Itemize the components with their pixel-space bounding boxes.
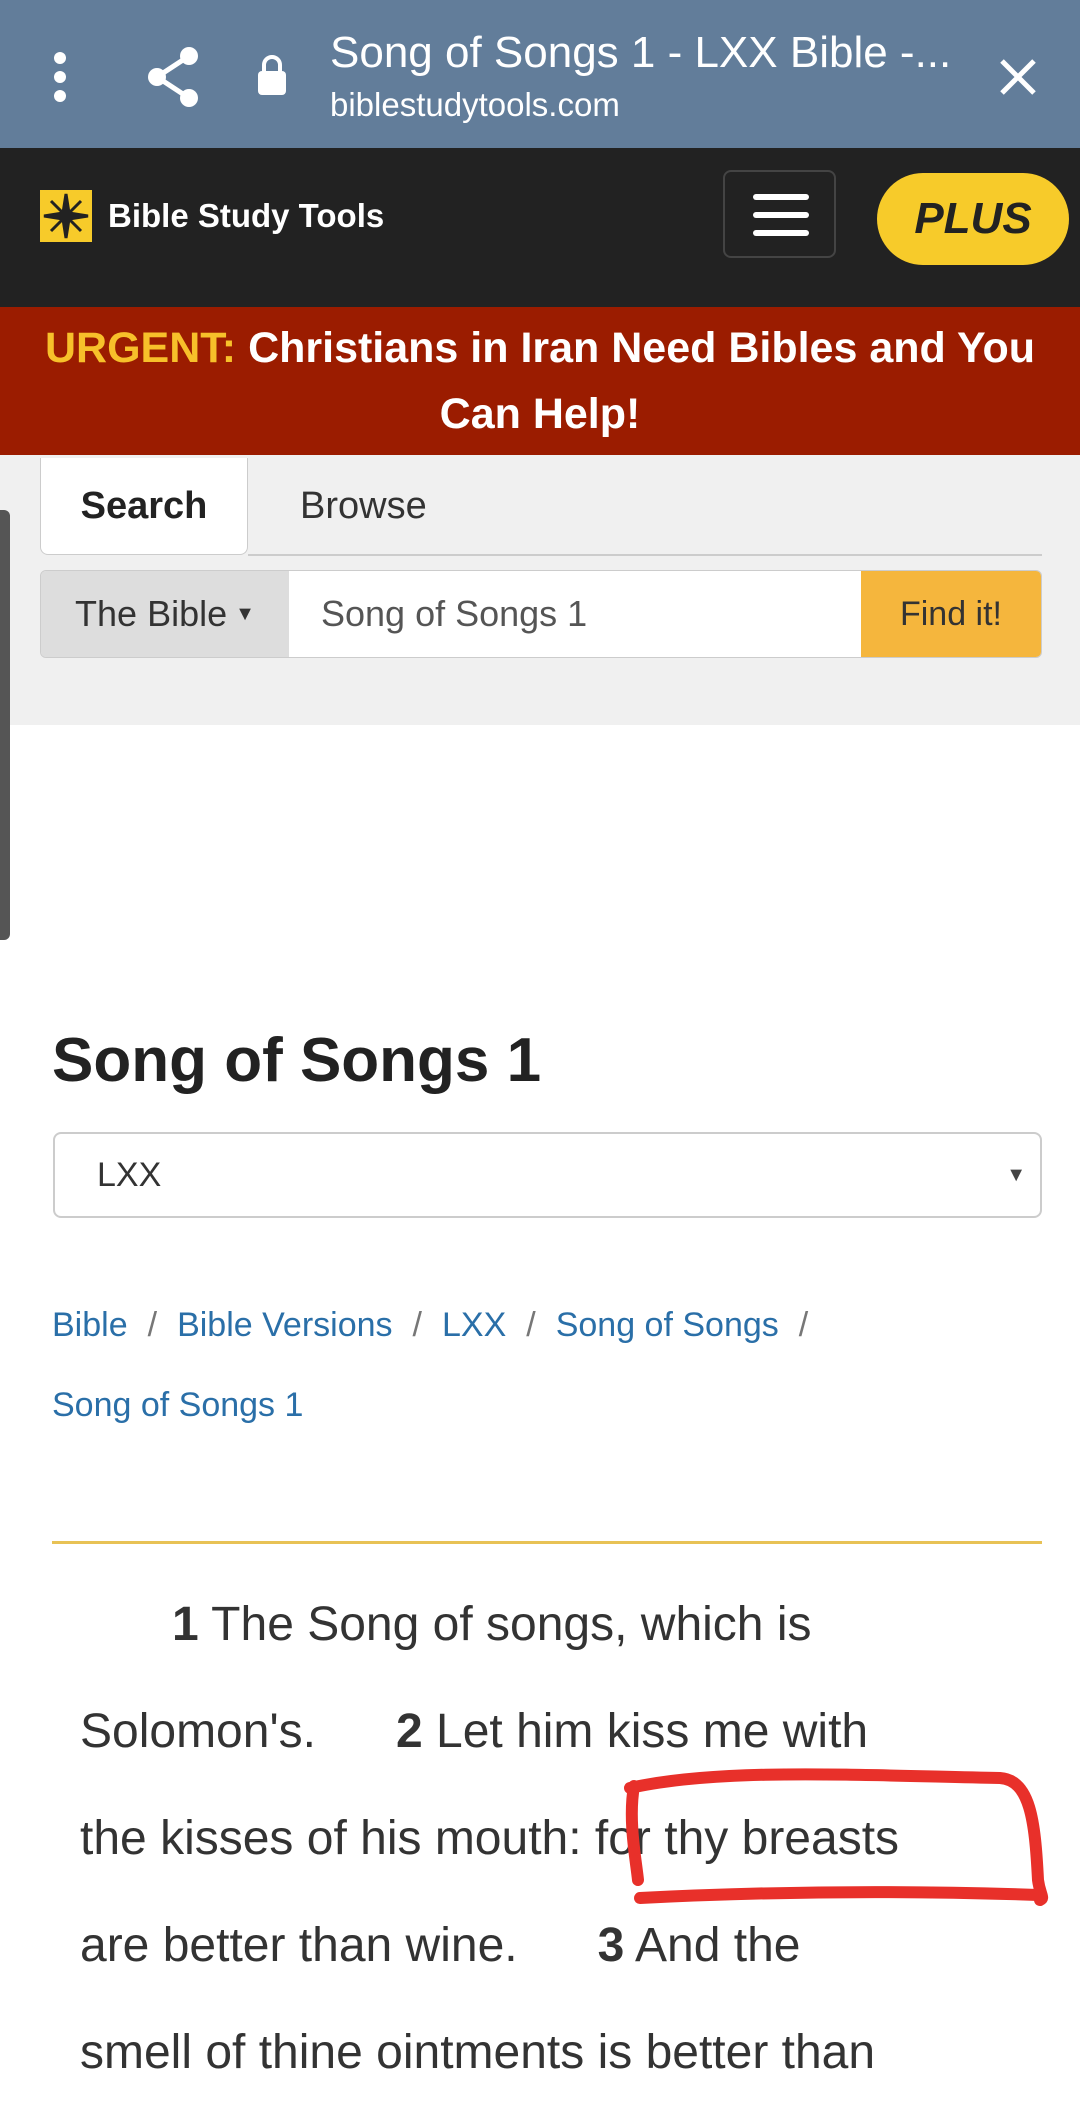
browser-bar: Song of Songs 1 - LXX Bible -... biblest… <box>0 0 1080 148</box>
logo[interactable]: Bible Study Tools <box>38 188 384 244</box>
url-text[interactable]: biblestudytools.com <box>330 86 620 124</box>
find-button[interactable]: Find it! <box>861 571 1041 657</box>
caret-down-icon: ▼ <box>235 602 255 625</box>
verse-segment: The Song of songs, which is <box>198 1598 812 1651</box>
breadcrumb-separator: / <box>412 1306 422 1344</box>
logo-star-icon <box>40 190 92 242</box>
version-select[interactable]: LXX ▼ <box>53 1132 1042 1218</box>
lock-icon <box>258 55 286 95</box>
breadcrumb-book[interactable]: Song of Songs <box>556 1306 779 1344</box>
divider <box>52 1541 1042 1544</box>
caret-down-icon: ▼ <box>1006 1163 1026 1186</box>
verse-segment: the kisses of his mouth: for thy breasts <box>80 1812 900 1865</box>
verse-segment: are better than wine. <box>80 1919 598 1972</box>
search-form: The Bible ▼ Find it! <box>40 570 1042 658</box>
search-input[interactable] <box>289 571 861 657</box>
tab-browse[interactable]: Browse <box>300 458 427 555</box>
chapter-heading: Song of Songs 1 <box>52 1026 542 1095</box>
breadcrumb: Bible / Bible Versions / LXX / Song of Songs / S… <box>52 1285 1032 1445</box>
scope-dropdown[interactable]: The Bible ▼ <box>41 571 289 657</box>
verse-segment: smell of thine ointments is better than <box>80 2026 876 2079</box>
logo-text: Bible Study Tools <box>108 197 385 234</box>
breadcrumb-separator: / <box>147 1306 158 1344</box>
plus-button[interactable]: PLUS <box>877 173 1069 265</box>
verse-number: 2 <box>395 1705 423 1758</box>
share-icon[interactable] <box>145 46 201 108</box>
tab-divider <box>248 554 1042 556</box>
site-header: Bible Study Tools PLUS <box>0 148 1080 307</box>
urgent-label: URGENT: <box>45 324 237 372</box>
breadcrumb-bible[interactable]: Bible <box>52 1306 128 1344</box>
verse-line: Solomon's. 2 Let him kiss me with <box>80 1682 899 1789</box>
tab-search[interactable]: Search <box>40 458 248 555</box>
hamburger-menu-button[interactable] <box>723 170 836 258</box>
verse-segment: Let him kiss me with <box>422 1705 869 1758</box>
breadcrumb-separator: / <box>526 1306 536 1344</box>
version-value: LXX <box>97 1155 162 1194</box>
more-vert-icon[interactable] <box>48 50 72 104</box>
urgent-banner[interactable]: URGENT: Christians in Iran Need Bibles a… <box>0 307 1080 455</box>
verse-line: the kisses of his mouth: for thy breasts <box>80 1789 899 1896</box>
verse-line: are better than wine. 3 And the <box>80 1896 899 2003</box>
breadcrumb-lxx[interactable]: LXX <box>442 1306 506 1344</box>
verse-segment: Solomon's. <box>80 1705 396 1758</box>
verse-number: 3 <box>597 1919 625 1972</box>
breadcrumb-separator: / <box>798 1306 809 1344</box>
page-title-bar: Song of Songs 1 - LXX Bible -... <box>330 28 952 77</box>
verse-line: 1 The Song of songs, which is <box>80 1575 899 1682</box>
verse-segment: And the <box>624 1919 801 1972</box>
verse-line: smell of thine ointments is better than <box>80 2003 899 2110</box>
close-icon[interactable] <box>998 57 1038 97</box>
side-scroll-handle[interactable] <box>0 510 10 940</box>
breadcrumb-chapter[interactable]: Song of Songs 1 <box>52 1386 303 1424</box>
breadcrumb-bible-versions[interactable]: Bible Versions <box>177 1306 392 1344</box>
search-panel: Search Browse The Bible ▼ Find it! <box>0 455 1080 725</box>
banner-message: Christians in Iran Need Bibles and You C… <box>248 324 1035 438</box>
verse-number: 1 <box>172 1598 199 1651</box>
verse-text: 1 The Song of songs, which is Solomon's. … <box>80 1575 899 2110</box>
scope-label: The Bible <box>75 593 228 634</box>
